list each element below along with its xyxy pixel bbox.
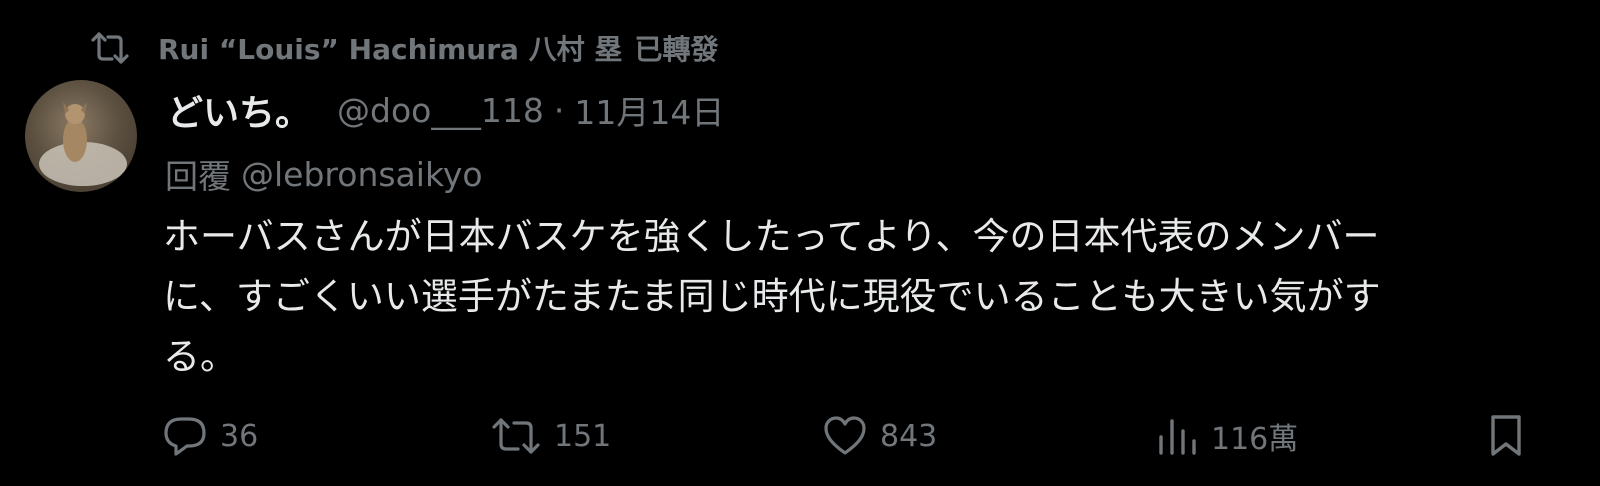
tweet-text: ホーバスさんが日本バスケを強くしたってより、今の日本代表のメンバー に、すごくい… <box>163 207 1583 387</box>
reply-to-handle[interactable]: @lebronsaikyo <box>241 155 483 194</box>
repost-icon <box>490 416 542 456</box>
reply-count: 36 <box>220 418 259 454</box>
reposted-label: 已轉發 <box>634 33 719 66</box>
repost-count: 151 <box>554 418 612 454</box>
display-name[interactable]: どいち。 <box>167 84 311 136</box>
reply-button[interactable]: 36 <box>162 410 258 462</box>
reply-icon <box>162 415 208 457</box>
user-handle[interactable]: @doo___118 <box>337 91 544 130</box>
reply-label: 回覆 <box>165 157 231 196</box>
tweet-text-line: ホーバスさんが日本バスケを強くしたってより、今の日本代表のメンバー <box>163 215 1380 258</box>
bookmark-button[interactable] <box>1486 410 1526 462</box>
separator-dot: · <box>553 90 565 130</box>
heart-icon <box>822 415 868 457</box>
repost-button[interactable]: 151 <box>490 410 611 462</box>
repost-header: Rui “Louis” Hachimura 八村 塁 已轉發 <box>90 26 718 70</box>
views-button[interactable]: 116萬 <box>1155 410 1298 462</box>
bookmark-icon <box>1486 413 1526 459</box>
views-icon <box>1155 415 1199 457</box>
views-count: 116萬 <box>1211 422 1299 457</box>
action-bar: 36 151 843 116萬 <box>0 410 1600 462</box>
avatar[interactable] <box>25 80 137 192</box>
like-button[interactable]: 843 <box>822 410 937 462</box>
repost-icon <box>90 28 136 68</box>
reply-context: 回覆 @lebronsaikyo <box>165 150 483 198</box>
tweet-date[interactable]: 11月14日 <box>574 86 724 134</box>
like-count: 843 <box>880 418 938 454</box>
tweet-header: どいち。 @doo___118 · 11月14日 <box>167 84 724 136</box>
tweet-text-line: る。 <box>163 335 237 378</box>
tweet-text-line: に、すごくいい選手がたまたま同じ時代に現役でいることも大きい気がす <box>163 275 1381 318</box>
reposter-name[interactable]: Rui “Louis” Hachimura 八村 塁 <box>158 28 622 68</box>
